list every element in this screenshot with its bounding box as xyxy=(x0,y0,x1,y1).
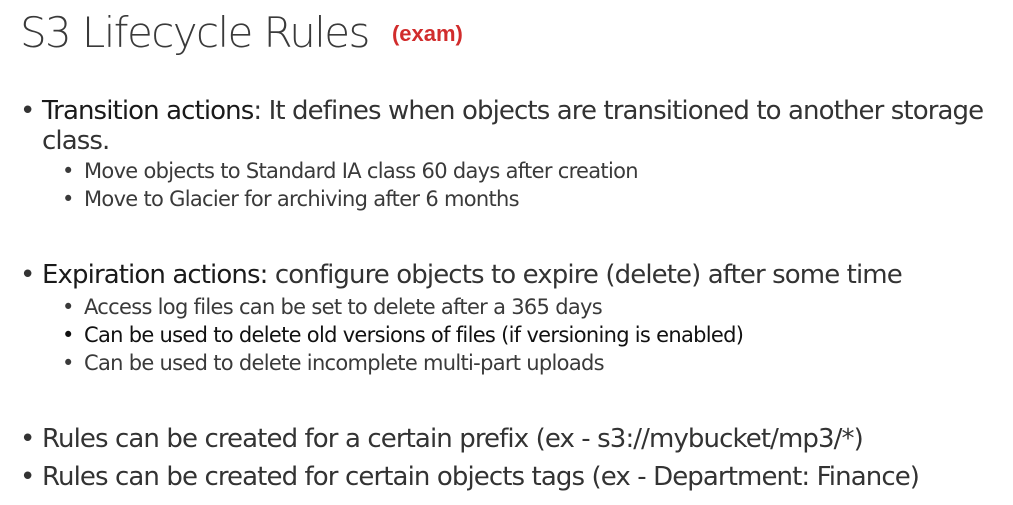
bullet-icon: • xyxy=(20,424,35,454)
page-title: S3 Lifecycle Rules xyxy=(20,8,370,57)
transition-continuation: class. xyxy=(42,126,110,156)
bullet-icon: • xyxy=(62,323,74,347)
sub-text: Move objects to Standard IA class 60 day… xyxy=(84,159,639,183)
bullet-icon: • xyxy=(20,96,35,126)
transition-text: : It defines when objects are transition… xyxy=(253,96,984,126)
rule-text: Rules can be created for certain objects… xyxy=(42,462,920,492)
bullet-icon: • xyxy=(62,187,74,211)
bullet-icon: • xyxy=(20,462,35,492)
bullet-rule-tags: • Rules can be created for certain object… xyxy=(20,462,920,492)
transition-sub-1: • Move objects to Standard IA class 60 da… xyxy=(62,159,639,183)
bullet-transition: • Transition actions: It defines when obj… xyxy=(20,96,984,126)
bullet-icon: • xyxy=(62,351,74,375)
sub-text: Can be used to delete old versions of fi… xyxy=(84,323,744,347)
bullet-icon: • xyxy=(62,295,74,319)
transition-label: Transition actions xyxy=(42,96,254,126)
expiration-sub-3: • Can be used to delete incomplete multi-… xyxy=(62,351,605,375)
bullet-rule-prefix: • Rules can be created for a certain pref… xyxy=(20,424,864,454)
sub-text: Move to Glacier for archiving after 6 mo… xyxy=(84,187,520,211)
expiration-sub-2: • Can be used to delete old versions of f… xyxy=(62,323,744,347)
expiration-sub-1: • Access log files can be set to delete a… xyxy=(62,295,603,319)
rule-text: Rules can be created for a certain prefi… xyxy=(42,424,864,454)
transition-sub-2: • Move to Glacier for archiving after 6 m… xyxy=(62,187,520,211)
exam-badge: (exam) xyxy=(391,21,463,46)
sub-text: Access log files can be set to delete af… xyxy=(84,295,603,319)
title-row: S3 Lifecycle Rules (exam) xyxy=(20,8,463,57)
bullet-expiration: • Expiration actions: configure objects t… xyxy=(20,260,903,290)
bullet-icon: • xyxy=(20,260,35,290)
expiration-text: configure objects to expire (delete) aft… xyxy=(267,260,903,290)
sub-text: Can be used to delete incomplete multi-p… xyxy=(84,351,605,375)
expiration-label: Expiration actions: xyxy=(42,260,268,290)
slide: S3 Lifecycle Rules (exam) • Transition ac… xyxy=(0,0,1013,505)
bullet-icon: • xyxy=(62,159,74,183)
